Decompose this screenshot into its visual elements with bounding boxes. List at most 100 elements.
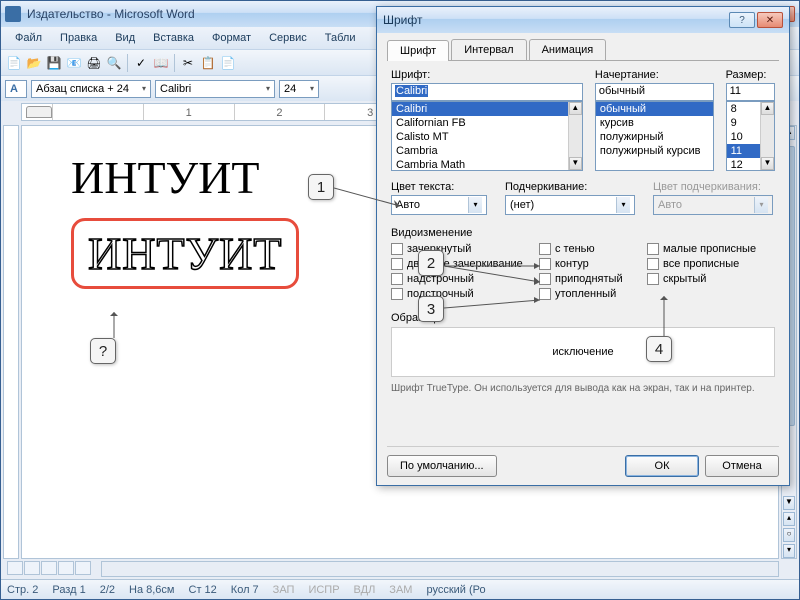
next-page-icon[interactable]: ▾	[783, 544, 795, 558]
chk-emboss[interactable]: приподнятый	[539, 273, 639, 285]
list-item[interactable]: полужирный	[596, 130, 713, 144]
dialog-close-button[interactable]: ✕	[757, 12, 783, 28]
status-section: Разд 1	[52, 584, 85, 596]
list-item[interactable]: курсив	[596, 116, 713, 130]
underline-combo[interactable]: (нет)▾	[505, 195, 635, 215]
size-input[interactable]: 11	[726, 83, 775, 101]
preview-icon[interactable]: 🔍	[105, 54, 123, 72]
chk-shadow[interactable]: с тенью	[539, 243, 639, 255]
chk-hidden[interactable]: скрытый	[647, 273, 767, 285]
menu-format[interactable]: Формат	[204, 30, 259, 46]
status-page: Стр. 2	[7, 584, 38, 596]
font-combo[interactable]: Calibri▾	[155, 80, 275, 98]
prev-page-icon[interactable]: ▴	[783, 512, 795, 526]
style-input[interactable]: обычный	[595, 83, 714, 101]
preview-box: исключение	[391, 327, 775, 377]
research-icon[interactable]: 📖	[152, 54, 170, 72]
new-doc-icon[interactable]: 📄	[5, 54, 23, 72]
browse-object-icon[interactable]: ○	[783, 528, 795, 542]
menu-view[interactable]: Вид	[107, 30, 143, 46]
document-text-outline[interactable]: ИНТУИТ	[88, 227, 282, 280]
dialog-help-button[interactable]: ?	[729, 12, 755, 28]
paste-icon[interactable]: 📄	[219, 54, 237, 72]
size-listbox[interactable]: 8 9 10 11 12 ▲▼	[726, 101, 775, 171]
copy-icon[interactable]: 📋	[199, 54, 217, 72]
callout-1: 1	[308, 174, 334, 200]
status-lang[interactable]: русский (Ро	[426, 584, 485, 596]
label-underline: Подчеркивание:	[505, 181, 635, 193]
list-item[interactable]: полужирный курсив	[596, 144, 713, 158]
label-color: Цвет текста:	[391, 181, 487, 193]
label-ucolor: Цвет подчеркивания:	[653, 181, 773, 193]
dialog-title: Шрифт	[383, 13, 729, 27]
dialog-tabs: Шрифт Интервал Анимация	[387, 39, 779, 61]
status-pages: 2/2	[100, 584, 115, 596]
horizontal-scrollbar[interactable]	[101, 561, 779, 577]
menu-file[interactable]: Файл	[7, 30, 50, 46]
chk-outline[interactable]: контур	[539, 258, 639, 270]
list-item[interactable]: Cambria	[392, 144, 582, 158]
callout-question: ?	[90, 338, 116, 364]
outline-view-icon[interactable]	[58, 561, 74, 575]
document-text-normal[interactable]: ИНТУИТ	[71, 151, 299, 204]
app-icon	[5, 6, 21, 22]
cut-icon[interactable]: ✂	[179, 54, 197, 72]
status-line: Ст 12	[189, 584, 217, 596]
font-listbox[interactable]: Calibri Californian FB Calisto MT Cambri…	[391, 101, 583, 171]
save-icon[interactable]: 💾	[45, 54, 63, 72]
color-combo[interactable]: Авто▾	[391, 195, 487, 215]
callout-2: 2	[418, 250, 444, 276]
style-quick-icon[interactable]: A	[5, 80, 27, 98]
menu-edit[interactable]: Правка	[52, 30, 105, 46]
list-item[interactable]: Calisto MT	[392, 130, 582, 144]
dialog-titlebar: Шрифт ? ✕	[377, 7, 789, 33]
label-font: Шрифт:	[391, 69, 583, 81]
web-view-icon[interactable]	[24, 561, 40, 575]
status-at: На 8,6см	[129, 584, 174, 596]
list-item[interactable]: обычный	[596, 102, 713, 116]
chk-smallcaps[interactable]: малые прописные	[647, 243, 767, 255]
normal-view-icon[interactable]	[7, 561, 23, 575]
permission-icon[interactable]: 📧	[65, 54, 83, 72]
font-input[interactable]: Calibri	[391, 83, 583, 101]
style-listbox[interactable]: обычный курсив полужирный полужирный кур…	[595, 101, 714, 171]
status-ext: ВДЛ	[354, 584, 376, 596]
label-size: Размер:	[726, 69, 775, 81]
menu-table[interactable]: Табли	[317, 30, 364, 46]
list-item[interactable]: Cambria Math	[392, 158, 582, 171]
ok-button[interactable]: ОК	[625, 455, 699, 477]
spell-icon[interactable]: ✓	[132, 54, 150, 72]
default-button[interactable]: По умолчанию...	[387, 455, 497, 477]
vertical-ruler[interactable]	[3, 125, 19, 559]
print-icon[interactable]: 🖨	[85, 54, 103, 72]
open-icon[interactable]: 📂	[25, 54, 43, 72]
tab-spacing[interactable]: Интервал	[451, 39, 526, 60]
preview-hint: Шрифт TrueType. Он используется для выво…	[391, 383, 775, 394]
tab-selector[interactable]	[26, 106, 52, 118]
print-view-icon[interactable]	[41, 561, 57, 575]
view-buttons	[7, 561, 91, 577]
menu-insert[interactable]: Вставка	[145, 30, 202, 46]
status-ovr: ЗАМ	[389, 584, 412, 596]
tab-font[interactable]: Шрифт	[387, 40, 449, 61]
status-col: Кол 7	[231, 584, 259, 596]
menu-service[interactable]: Сервис	[261, 30, 315, 46]
scroll-down-icon[interactable]: ▼	[783, 496, 795, 510]
document-content: ИНТУИТ ИНТУИТ	[71, 151, 299, 289]
style-combo[interactable]: Абзац списка + 24▾	[31, 80, 151, 98]
highlighted-text-box: ИНТУИТ	[71, 218, 299, 289]
chk-strike[interactable]: зачеркнутый	[391, 243, 531, 255]
list-item[interactable]: Calibri	[392, 102, 582, 116]
tab-animation[interactable]: Анимация	[529, 39, 607, 60]
callout-4: 4	[646, 336, 672, 362]
reading-view-icon[interactable]	[75, 561, 91, 575]
cancel-button[interactable]: Отмена	[705, 455, 779, 477]
chk-allcaps[interactable]: все прописные	[647, 258, 767, 270]
label-style: Начертание:	[595, 69, 714, 81]
list-item[interactable]: Californian FB	[392, 116, 582, 130]
ucolor-combo: Авто▾	[653, 195, 773, 215]
label-effects: Видоизменение	[391, 227, 775, 239]
chk-engrave[interactable]: утопленный	[539, 288, 639, 300]
font-dialog: Шрифт ? ✕ Шрифт Интервал Анимация Шрифт:…	[376, 6, 790, 486]
font-size-combo[interactable]: 24▾	[279, 80, 319, 98]
